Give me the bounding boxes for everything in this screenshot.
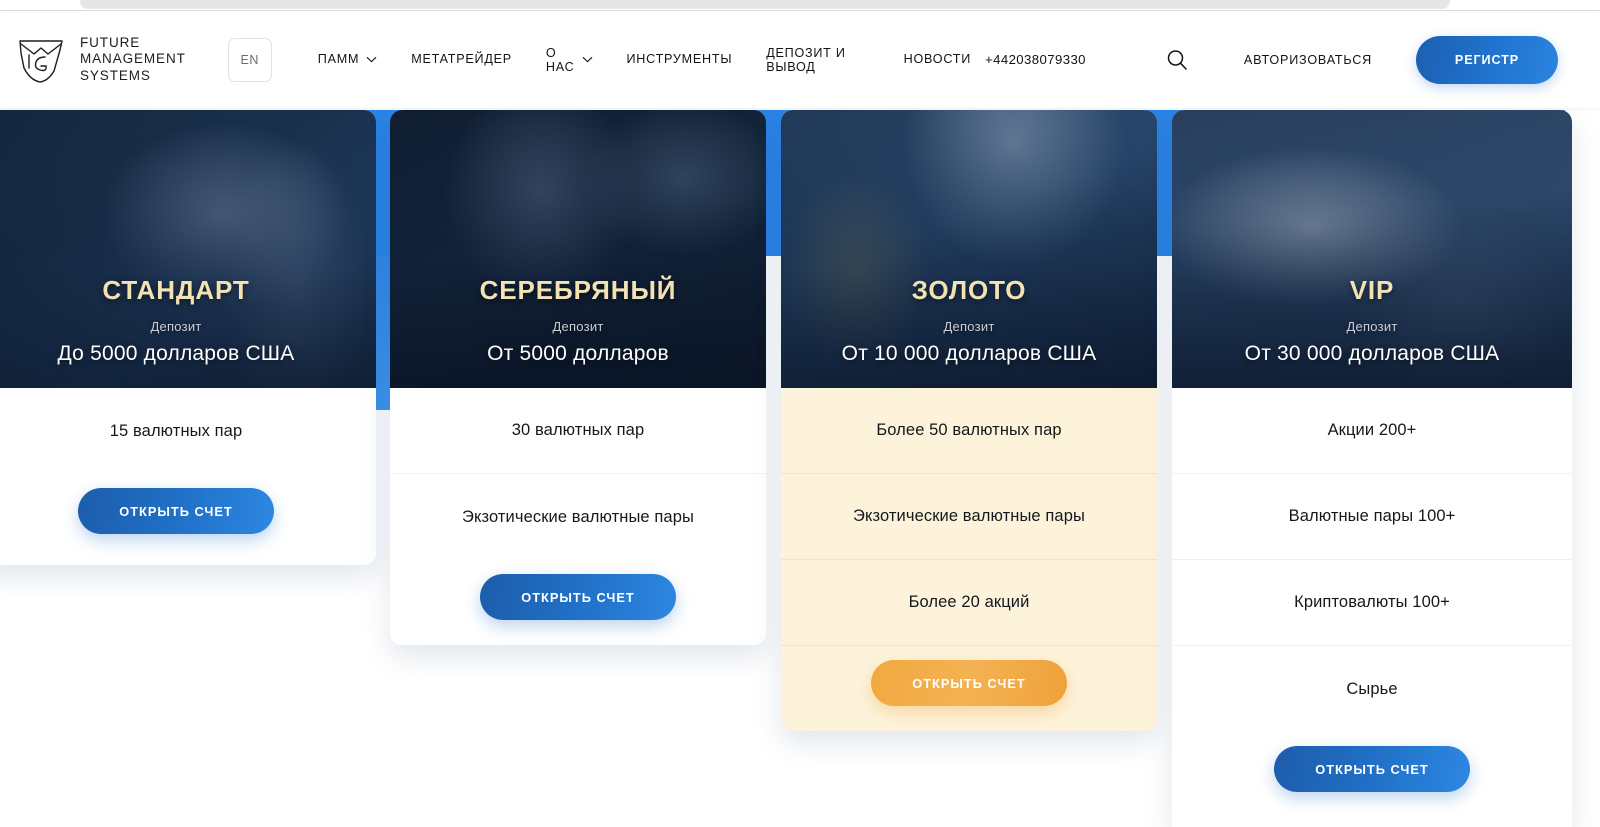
register-button[interactable]: РЕГИСТР [1415, 35, 1558, 84]
plan-card-standard[interactable]: СТАНДАРТ Депозит До 5000 долларов США 15… [0, 110, 376, 565]
plan-feature: 15 валютных пар [109, 421, 243, 440]
search-icon [1167, 49, 1187, 70]
plan-deposit-value: До 5000 долларов США [57, 342, 295, 365]
plan-deposit-label: Депозит [943, 319, 995, 334]
open-account-button[interactable]: ОТКРЫТЬ СЧЕТ [78, 488, 274, 534]
pricing-plans: СТАНДАРТ Депозит До 5000 долларов США 15… [0, 110, 1600, 827]
plan-card-vip[interactable]: VIP Депозит От 30 000 долларов США Акции… [1172, 110, 1572, 827]
plan-feature: Валютные пары 100+ [1172, 474, 1572, 560]
nav-label: ИНСТРУМЕНТЫ [626, 52, 733, 66]
nav-label: ДЕПОЗИТ И ВЫВОД [766, 45, 846, 74]
plan-deposit-label: Депозит [1346, 319, 1398, 334]
plan-feature: Экзотические валютные пары [781, 474, 1157, 560]
chevron-down-icon [366, 56, 377, 63]
plan-deposit-value: От 30 000 долларов США [1244, 342, 1500, 365]
nav-item-instruments[interactable]: ИНСТРУМЕНТЫ [627, 52, 733, 67]
plan-card-gold[interactable]: ЗОЛОТО Депозит От 10 000 долларов США Бо… [781, 110, 1157, 731]
plan-hero: СЕРЕБРЯНЫЙ Депозит От 5000 долларов [390, 110, 766, 388]
plan-card-silver[interactable]: СЕРЕБРЯНЫЙ Депозит От 5000 долларов 30 в… [390, 110, 766, 645]
nav-label: ПАММ [317, 52, 360, 66]
plan-feature: 30 валютных пар [390, 388, 766, 474]
search-button[interactable] [1164, 47, 1190, 73]
plan-deposit-value: От 5000 долларов [487, 342, 669, 365]
language-switch-label: EN [240, 52, 260, 67]
logo-text: FUTURE MANAGEMENT SYSTEMS [80, 34, 186, 83]
plan-deposit-value: От 10 000 долларов США [841, 342, 1097, 365]
plan-title: СЕРЕБРЯНЫЙ [479, 275, 677, 305]
plan-hero: СТАНДАРТ Депозит До 5000 долларов США [0, 110, 376, 388]
plan-deposit-label: Депозит [150, 319, 202, 334]
open-account-button[interactable]: ОТКРЫТЬ СЧЕТ [871, 660, 1067, 706]
plan-features: Более 50 валютных пар Экзотические валют… [781, 388, 1157, 731]
nav-label: МЕТАТРЕЙДЕР [411, 52, 512, 66]
logo[interactable]: FUTURE MANAGEMENT SYSTEMS [14, 35, 186, 85]
page-top-partial-bar [80, 0, 1450, 9]
plan-feature: Экзотические валютные пары [462, 507, 694, 526]
plan-feature: Более 20 акций [781, 560, 1157, 646]
nav-item-news[interactable]: НОВОСТИ [904, 52, 971, 67]
plan-feature: Криптовалюты 100+ [1172, 560, 1572, 646]
plan-hero: VIP Депозит От 30 000 долларов США [1172, 110, 1572, 388]
open-account-button[interactable]: ОТКРЫТЬ СЧЕТ [480, 574, 676, 620]
plan-feature: Более 50 валютных пар [781, 388, 1157, 474]
nav-item-pamm[interactable]: ПАММ [318, 52, 377, 67]
phone-number[interactable]: +442038079330 [985, 52, 1086, 67]
login-link[interactable]: АВТОРИЗОВАТЬСЯ [1244, 53, 1372, 67]
plan-features: Акции 200+ Валютные пары 100+ Криптовалю… [1172, 388, 1572, 818]
plan-hero: ЗОЛОТО Депозит От 10 000 долларов США [781, 110, 1157, 388]
plan-title: СТАНДАРТ [102, 275, 250, 305]
nav-item-deposit-withdraw[interactable]: ДЕПОЗИТ И ВЫВОД [766, 46, 845, 74]
site-header: FUTURE MANAGEMENT SYSTEMS EN ПАММ МЕТАТР… [0, 11, 1600, 108]
page-root: FUTURE MANAGEMENT SYSTEMS EN ПАММ МЕТАТР… [0, 0, 1600, 827]
fms-shield-logo-icon [14, 35, 68, 85]
plan-feature: Акции 200+ [1172, 388, 1572, 474]
plan-features: 15 валютных пар ОТКРЫТЬ СЧЕТ [0, 388, 376, 560]
nav-label: О НАС [545, 45, 575, 74]
nav-item-metatrader[interactable]: МЕТАТРЕЙДЕР [411, 52, 512, 67]
plan-title: ЗОЛОТО [911, 275, 1027, 305]
plan-title: VIP [1349, 275, 1395, 305]
plan-deposit-label: Депозит [552, 319, 604, 334]
open-account-button[interactable]: ОТКРЫТЬ СЧЕТ [1274, 746, 1470, 792]
nav-label: НОВОСТИ [903, 52, 971, 66]
plan-feature: Сырье [1346, 679, 1398, 698]
main-navigation: ПАММ МЕТАТРЕЙДЕР О НАС ИНСТРУМЕНТЫ ДЕПОЗ… [318, 46, 971, 74]
chevron-down-icon [582, 56, 592, 63]
language-switch-button[interactable]: EN [227, 37, 272, 82]
plan-features: 30 валютных пар Экзотические валютные па… [390, 388, 766, 645]
nav-item-about-us[interactable]: О НАС [546, 46, 593, 74]
